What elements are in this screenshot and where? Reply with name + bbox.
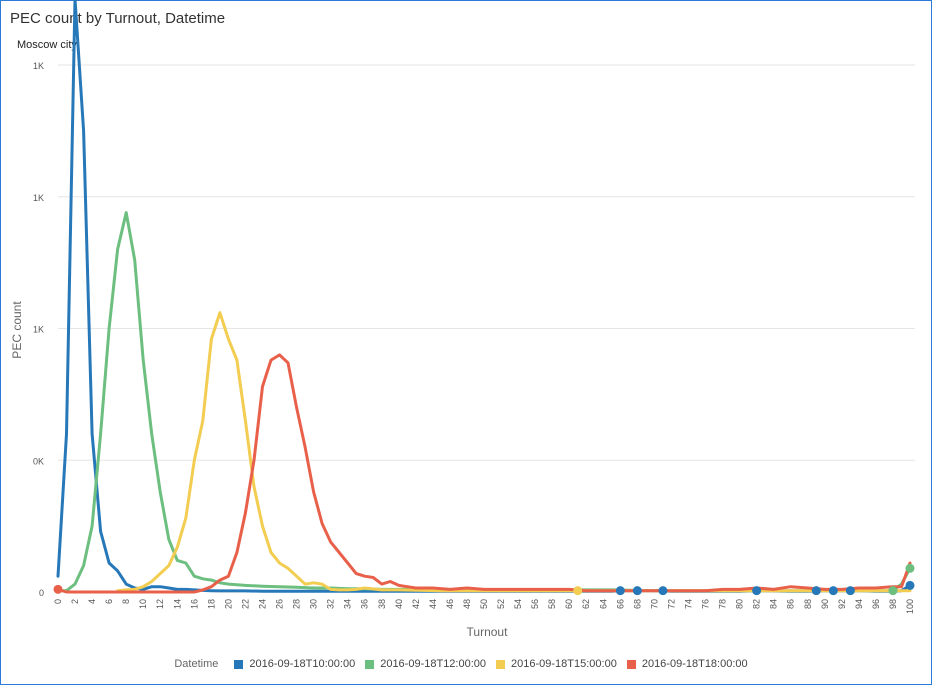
series-point[interactable]	[632, 586, 642, 596]
x-tick-label: 48	[462, 599, 472, 609]
series-point[interactable]	[845, 586, 855, 596]
series-point[interactable]	[905, 563, 915, 573]
x-tick-label: 16	[189, 599, 199, 609]
chart-legend: Datetime 2016-09-18T10:00:00 2016-09-18T1…	[0, 658, 932, 670]
x-tick-label: 38	[377, 599, 387, 609]
legend-item-1[interactable]: 2016-09-18T12:00:00	[365, 658, 486, 670]
x-axis-ticks: 0 2 4 6 8 10 12 14 16 18 20 22 24 26 28 30 32 34 36 38 40 42 4…	[53, 599, 915, 614]
x-tick-label: 86	[786, 599, 796, 609]
legend-item-0[interactable]: 2016-09-18T10:00:00	[234, 658, 355, 670]
x-tick-label: 78	[718, 599, 728, 609]
x-tick-label: 18	[206, 599, 216, 609]
x-tick-label: 2	[70, 599, 80, 604]
x-tick-label: 94	[854, 599, 864, 609]
x-tick-label: 56	[530, 599, 540, 609]
y-axis-ticks: 0 0K 1K 1K 1K	[33, 61, 44, 598]
x-tick-label: 76	[701, 599, 711, 609]
series-point[interactable]	[752, 586, 762, 596]
x-tick-label: 74	[683, 599, 693, 609]
series-lines	[56, 0, 912, 594]
x-tick-label: 98	[888, 599, 898, 609]
x-tick-label: 66	[615, 599, 625, 609]
gridlines	[58, 64, 915, 461]
x-tick-label: 60	[564, 599, 574, 609]
legend-swatch	[496, 659, 506, 669]
x-tick-label: 92	[837, 599, 847, 609]
x-tick-label: 90	[820, 599, 830, 609]
y-tick-label: 1K	[33, 193, 44, 203]
x-tick-label: 24	[257, 599, 267, 609]
x-tick-label: 28	[292, 599, 302, 609]
y-tick-label: 1K	[33, 61, 44, 71]
x-tick-label: 12	[155, 599, 165, 609]
x-tick-label: 20	[223, 599, 233, 609]
x-tick-label: 26	[275, 599, 285, 609]
x-tick-label: 42	[411, 599, 421, 609]
x-tick-label: 52	[496, 599, 506, 609]
x-tick-label: 72	[666, 599, 676, 609]
x-tick-label: 30	[309, 599, 319, 609]
x-tick-label: 36	[360, 599, 370, 609]
x-tick-label: 8	[121, 599, 131, 604]
y-tick-label: 1K	[33, 325, 44, 335]
x-tick-label: 22	[240, 599, 250, 609]
legend-items: 2016-09-18T10:00:00 2016-09-18T12:00:00 20…	[234, 658, 757, 670]
series-point[interactable]	[615, 586, 625, 596]
series-point[interactable]	[53, 584, 63, 594]
x-tick-label: 0	[53, 599, 63, 604]
legend-label: 2016-09-18T10:00:00	[249, 658, 356, 670]
legend-label: 2016-09-18T15:00:00	[511, 658, 617, 670]
series-point[interactable]	[658, 586, 668, 596]
legend-item-3[interactable]: 2016-09-18T18:00:00	[626, 658, 748, 670]
x-axis-label: Turnout	[467, 625, 509, 639]
series-line-0[interactable]	[56, 0, 912, 593]
series-point[interactable]	[905, 580, 915, 590]
x-tick-label: 34	[343, 599, 353, 609]
series-point[interactable]	[573, 586, 583, 596]
x-tick-label: 6	[104, 599, 114, 604]
x-tick-label: 62	[581, 599, 591, 609]
line-chart: 00K1K1K1K 0 2 4 6 8 10 12 14 16 18 20 22 24 26 28 30 32 3…	[10, 0, 915, 639]
x-tick-label: 64	[598, 599, 608, 609]
x-tick-label: 44	[428, 599, 438, 609]
y-tick-label: 0	[39, 588, 44, 598]
x-tick-label: 50	[479, 599, 489, 609]
series-point[interactable]	[811, 586, 821, 596]
x-tick-label: 46	[445, 599, 455, 609]
series-point[interactable]	[828, 586, 838, 596]
x-tick-label: 4	[87, 599, 97, 604]
legend-title: Datetime	[174, 658, 219, 670]
legend-item-2[interactable]: 2016-09-18T15:00:00	[496, 658, 617, 670]
legend-label: 2016-09-18T18:00:00	[641, 658, 748, 670]
x-tick-label: 32	[326, 599, 336, 609]
x-tick-label: 70	[649, 599, 659, 609]
x-tick-label: 82	[752, 599, 762, 609]
y-axis-label: PEC count	[10, 301, 24, 359]
x-tick-label: 54	[513, 599, 523, 609]
x-tick-label: 100	[905, 599, 915, 614]
x-tick-label: 10	[138, 599, 148, 609]
series-line-3[interactable]	[56, 353, 912, 594]
legend-swatch	[365, 659, 375, 669]
x-tick-label: 96	[871, 599, 881, 609]
x-tick-label: 80	[735, 599, 745, 609]
series-line-1[interactable]	[56, 211, 912, 593]
legend-label: 2016-09-18T12:00:00	[380, 658, 487, 670]
x-tick-label: 84	[769, 599, 779, 609]
x-tick-label: 40	[394, 599, 404, 609]
x-tick-label: 14	[172, 599, 182, 609]
x-tick-label: 88	[803, 599, 813, 609]
x-tick-label: 58	[547, 599, 557, 609]
series-point[interactable]	[888, 586, 898, 596]
legend-swatch	[626, 659, 636, 669]
x-tick-label: 68	[632, 599, 642, 609]
y-tick-label: 0K	[33, 456, 44, 466]
legend-swatch	[234, 659, 244, 669]
